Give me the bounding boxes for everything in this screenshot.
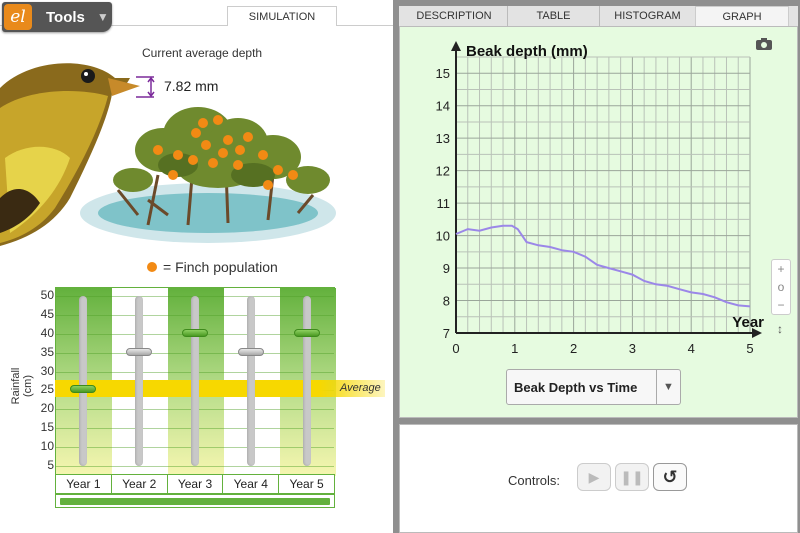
graph-type-dropdown[interactable]: Beak Depth vs Time ▼: [506, 369, 681, 405]
rainfall-slider-track[interactable]: [191, 296, 199, 466]
average-rainfall-band: [55, 380, 385, 397]
rainfall-slider-track[interactable]: [247, 296, 255, 466]
pause-button[interactable]: ❚❚: [615, 463, 649, 491]
island-illustration: [80, 107, 336, 243]
rainfall-tick-label: 20: [40, 401, 54, 416]
simulation-panel: el Tools ▼ SIMULATION Current average de…: [0, 0, 393, 533]
tab-graph[interactable]: GRAPH: [695, 6, 789, 26]
rainfall-tick-label: 5: [47, 458, 54, 472]
y-tick-label: 15: [436, 66, 450, 81]
y-tick-label: 9: [443, 261, 450, 276]
zoom-out-icon[interactable]: −: [772, 296, 790, 314]
rainfall-axis-label: Rainfall (cm): [10, 367, 34, 405]
x-axis-title: Year: [732, 314, 764, 331]
rainfall-slider-track[interactable]: [79, 296, 87, 466]
tools-button[interactable]: el Tools ▼: [2, 2, 112, 32]
tab-table[interactable]: TABLE: [507, 6, 599, 26]
x-tick-label: 4: [688, 341, 695, 356]
rainfall-slider-thumb[interactable]: [70, 385, 96, 394]
year-label: Year 2: [112, 475, 168, 493]
year-label: Year 3: [168, 475, 224, 493]
controls-panel: Controls: ▶ ❚❚ ↺: [399, 424, 798, 533]
y-tick-label: 13: [436, 131, 450, 146]
tab-description[interactable]: DESCRIPTION: [401, 6, 507, 26]
y-tick-label: 12: [436, 164, 450, 179]
y-axis-arrow-icon: [451, 41, 461, 51]
rainfall-grid-line: [56, 466, 334, 467]
y-tick-label: 8: [443, 294, 450, 309]
dropdown-selected-value: Beak Depth vs Time: [514, 379, 638, 395]
rainfall-tick-label: 10: [40, 439, 54, 454]
y-axis-title: Beak depth (mm): [466, 43, 588, 60]
play-button[interactable]: ▶: [577, 463, 611, 491]
year-label: Year 4: [223, 475, 280, 493]
rainfall-tick-label: 35: [40, 344, 54, 359]
rainfall-tick-label: 40: [40, 325, 54, 340]
year-label: Year 1: [56, 475, 112, 493]
simulation-progress-bar: [55, 494, 335, 508]
x-tick-label: 2: [570, 341, 577, 356]
x-tick-label: 1: [511, 341, 518, 356]
x-tick-label: 3: [629, 341, 636, 356]
tab-simulation[interactable]: SIMULATION: [227, 6, 337, 26]
average-label: Average: [340, 382, 381, 394]
rainfall-slider-thumb[interactable]: [126, 347, 152, 356]
graph-panel: 7 8 9 10 11 12 13 14 15 0 1 2 3 4 5 Beak depth (mm) Year…: [399, 26, 798, 418]
camera-icon[interactable]: [755, 37, 773, 55]
chevron-down-icon: ▼: [96, 10, 109, 24]
chevron-down-icon[interactable]: ▼: [656, 370, 680, 404]
rainfall-tick-label: 25: [40, 382, 54, 397]
year-label: Year 5: [289, 477, 324, 491]
depth-value: 7.82 mm: [164, 78, 219, 94]
rainfall-slider-thumb[interactable]: [182, 328, 208, 337]
zoom-reset-icon[interactable]: o: [772, 278, 790, 296]
rainfall-slider-track[interactable]: [135, 296, 143, 466]
x-tick-label: 0: [452, 341, 459, 356]
rainfall-tick-label: 30: [40, 363, 54, 378]
x-tick-label: 5: [746, 341, 753, 356]
tab-histogram[interactable]: HISTOGRAM: [599, 6, 695, 26]
tools-label: Tools: [46, 8, 85, 26]
legend-text: = Finch population: [163, 259, 278, 275]
zoom-controls: + o −: [771, 259, 791, 315]
vertical-scroll-icon[interactable]: ↕: [777, 322, 783, 336]
zoom-in-icon[interactable]: +: [772, 260, 790, 278]
year-labels-row: Year 1 Year 2 Year 3 Year 4 Year 5: [55, 474, 335, 494]
rainfall-tick-label: 15: [40, 420, 54, 435]
y-tick-label: 7: [443, 326, 450, 341]
controls-label: Controls:: [508, 473, 561, 488]
rainfall-slider-thumb[interactable]: [294, 328, 320, 337]
y-tick-label: 14: [436, 99, 450, 114]
rainfall-tick-label: 50: [40, 288, 54, 302]
rainfall-slider-thumb[interactable]: [238, 347, 264, 356]
progress-fill: [60, 498, 330, 505]
app-window: el Tools ▼ SIMULATION Current average de…: [0, 0, 800, 533]
finch-population-legend: = Finch population: [147, 259, 278, 275]
right-tab-bar: DESCRIPTION TABLE HISTOGRAM GRAPH: [399, 6, 798, 26]
beak-depth-series-line: [455, 224, 751, 308]
rainfall-tick-label: 45: [40, 306, 54, 321]
reset-button[interactable]: ↺: [653, 463, 687, 491]
y-tick-label: 11: [437, 196, 451, 211]
rainfall-slider-track[interactable]: [303, 296, 311, 466]
finch-dot-icon: [147, 262, 157, 272]
explorelearning-logo: el: [4, 4, 32, 30]
beak-depth-chart: 7891011121314150 1 2 3 4 5Beak depth (mm)Year: [436, 41, 764, 356]
depth-label: Current average depth: [142, 46, 263, 60]
y-tick-label: 10: [436, 229, 450, 244]
